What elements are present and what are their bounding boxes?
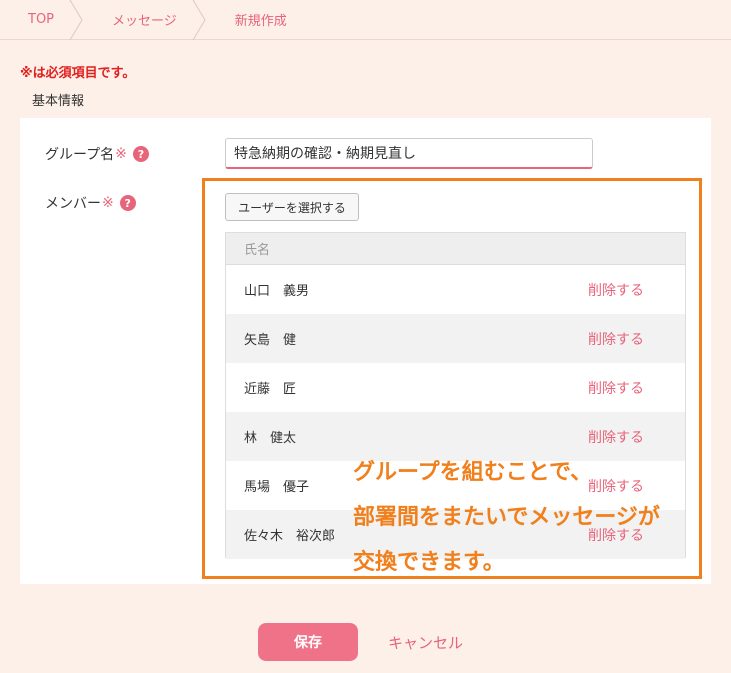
group-name-label: グループ名 ※ ? [45,144,149,164]
required-mark: ※ [102,195,114,211]
column-header-name: 氏名 [244,243,271,258]
chevron-right-icon [69,0,83,40]
callout-line: 交換できます。 [353,550,505,575]
breadcrumb-new: 新規作成 [207,0,317,40]
breadcrumb-top-label: TOP [28,12,55,27]
cancel-link[interactable]: キャンセル [388,632,463,653]
group-name-label-text: グループ名 [45,147,115,163]
member-name: 馬場 優子 [244,480,310,495]
callout-text: グループを組むことで、 部署間をまたいでメッセージが 交換できます。 [353,450,660,585]
member-name: 矢島 健 [244,333,297,348]
required-mark: ※ [115,146,127,162]
section-title: 基本情報 [32,94,85,109]
callout-line: グループを組むことで、 [353,460,593,485]
delete-member-link[interactable]: 削除する [588,378,644,398]
table-row: 山口 義男 削除する [226,265,685,314]
delete-member-link[interactable]: 削除する [588,427,644,447]
member-name: 佐々木 裕次郎 [244,529,336,544]
select-users-button[interactable]: ユーザーを選択する [225,193,359,221]
breadcrumb-messages-label: メッセージ [112,14,177,29]
breadcrumb: TOP メッセージ 新規作成 [0,0,731,40]
save-button[interactable]: 保存 [258,623,358,661]
members-label: メンバー ※ ? [45,193,136,213]
member-name: 近藤 匠 [244,382,297,397]
group-name-input[interactable] [225,138,593,169]
table-row: 近藤 匠 削除する [226,363,685,412]
member-table-header: 氏名 [226,233,685,265]
callout-line: 部署間をまたいでメッセージが [353,505,660,530]
help-icon[interactable]: ? [132,146,149,162]
member-name: 山口 義男 [244,284,310,299]
breadcrumb-top[interactable]: TOP [0,0,84,40]
members-label-text: メンバー [45,196,101,212]
delete-member-link[interactable]: 削除する [588,280,644,300]
basic-info-panel: グループ名 ※ ? メンバー ※ ? ユーザーを選択する 氏名 山口 義男 削除… [20,118,711,584]
help-icon[interactable]: ? [119,195,136,211]
delete-member-link[interactable]: 削除する [588,329,644,349]
breadcrumb-new-label: 新規作成 [234,14,287,29]
chevron-right-icon [192,0,206,40]
required-note: ※は必須項目です。 [20,66,136,81]
member-name: 林 健太 [244,431,297,446]
breadcrumb-messages[interactable]: メッセージ [84,0,207,40]
table-row: 矢島 健 削除する [226,314,685,363]
